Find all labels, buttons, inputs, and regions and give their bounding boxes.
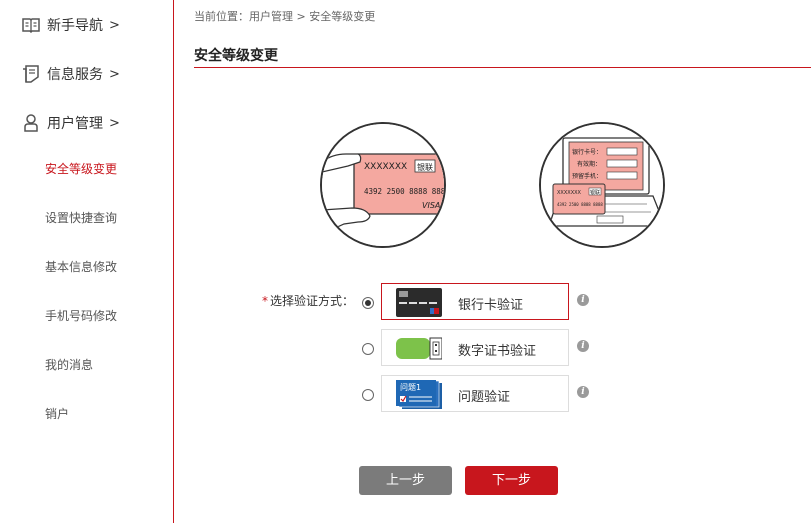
next-step-button[interactable]: 下一步 bbox=[465, 466, 558, 495]
page-title: 安全等级变更 bbox=[194, 48, 278, 64]
option-digital-certificate[interactable]: 数字证书验证 bbox=[381, 329, 569, 366]
laptop-illustration: 银行卡号： 有效期： 预留手机： XXXXXXX 银联 4392 2500 88… bbox=[539, 122, 665, 248]
laptop-field-card-label: 银行卡号： bbox=[572, 148, 602, 156]
chevron-right-icon: > bbox=[109, 17, 120, 33]
card-brand-text: 银联 bbox=[417, 162, 433, 172]
chevron-right-icon: > bbox=[109, 115, 120, 131]
book-icon bbox=[20, 14, 42, 36]
option-digital-certificate-label: 数字证书验证 bbox=[458, 344, 537, 359]
nav-group-label: 新手导航 bbox=[47, 18, 103, 34]
nav-group-newbie-guide[interactable]: 新手导航 > bbox=[0, 1, 173, 49]
option-bank-card[interactable]: 银行卡验证 bbox=[381, 283, 569, 320]
info-icon[interactable]: i bbox=[577, 340, 589, 352]
nav-group-info-service[interactable]: 信息服务 > bbox=[0, 50, 173, 98]
laptop-card-brand: 银联 bbox=[590, 189, 600, 196]
sidebar-item-my-messages[interactable]: 我的消息 bbox=[45, 356, 93, 373]
verification-method-label: * 选择验证方式： bbox=[262, 292, 354, 309]
nav-group-user-management[interactable]: 用户管理 > bbox=[0, 99, 173, 147]
nav-group-label: 信息服务 bbox=[47, 67, 103, 83]
question-card-text: 问题1 bbox=[400, 383, 421, 392]
laptop-field-expiry-label: 有效期： bbox=[577, 160, 601, 168]
laptop-field-phone-label: 预留手机： bbox=[572, 172, 602, 180]
radio-bank-card[interactable] bbox=[362, 297, 374, 309]
radio-digital-certificate[interactable] bbox=[362, 343, 374, 355]
card-network-text: VISA bbox=[422, 201, 440, 210]
laptop-card-mask: XXXXXXX bbox=[557, 190, 582, 196]
sidebar-item-security-level[interactable]: 安全等级变更 bbox=[45, 160, 117, 177]
sidebar: 新手导航 > 信息服务 > 用户管理 > 安全等级变更 设置快捷查询 基本信息修… bbox=[0, 0, 174, 523]
nav-group-label: 用户管理 bbox=[47, 116, 103, 132]
option-bank-card-label: 银行卡验证 bbox=[458, 298, 524, 313]
breadcrumb: 当前位置：用户管理 > 安全等级变更 bbox=[194, 8, 375, 24]
previous-step-button[interactable]: 上一步 bbox=[359, 466, 452, 495]
required-mark: * bbox=[262, 294, 268, 308]
verification-method-text: 选择验证方式： bbox=[270, 294, 355, 308]
sidebar-item-close-account[interactable]: 销户 bbox=[45, 405, 69, 422]
question-card-icon: 问题1 bbox=[396, 380, 442, 409]
card-mask-text: XXXXXXX bbox=[364, 162, 407, 172]
sidebar-item-phone-change[interactable]: 手机号码修改 bbox=[45, 307, 117, 324]
sidebar-item-basic-info[interactable]: 基本信息修改 bbox=[45, 258, 117, 275]
chevron-right-icon: > bbox=[109, 66, 120, 82]
title-divider bbox=[194, 67, 811, 68]
card-number-text: 4392 2500 8888 888 bbox=[364, 187, 446, 196]
document-icon bbox=[20, 63, 42, 85]
user-icon bbox=[20, 112, 42, 134]
option-question-label: 问题验证 bbox=[458, 390, 511, 405]
option-question[interactable]: 问题1 问题验证 bbox=[381, 375, 569, 412]
sidebar-item-quick-query[interactable]: 设置快捷查询 bbox=[45, 209, 117, 226]
radio-question[interactable] bbox=[362, 389, 374, 401]
laptop-card-number: 4392 2500 8888 8888 bbox=[557, 202, 603, 207]
info-icon[interactable]: i bbox=[577, 294, 589, 306]
info-icon[interactable]: i bbox=[577, 386, 589, 398]
usb-key-icon bbox=[396, 334, 443, 363]
bank-card-icon bbox=[396, 288, 442, 317]
breadcrumb-text: 当前位置：用户管理 > 安全等级变更 bbox=[194, 10, 376, 23]
bank-card-illustration: XXXXXXX 银联 4392 2500 8888 888 VISA bbox=[320, 122, 446, 248]
